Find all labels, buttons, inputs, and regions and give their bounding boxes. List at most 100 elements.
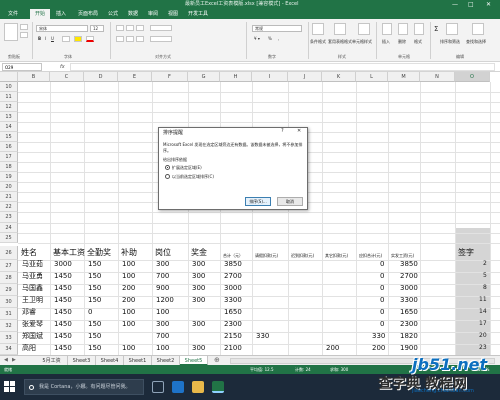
close-button[interactable]: ✕ bbox=[486, 0, 491, 9]
table-cell[interactable]: 2300 bbox=[224, 318, 242, 330]
column-header-n[interactable]: N bbox=[420, 72, 455, 82]
expand-selection-radio[interactable] bbox=[165, 165, 170, 170]
delete-cells-label[interactable]: 删除 bbox=[398, 39, 406, 45]
table-cell[interactable]: 330 bbox=[372, 330, 385, 342]
table-cell[interactable]: 2700 bbox=[400, 270, 418, 282]
row-header[interactable]: 18 bbox=[0, 162, 18, 172]
employee-name-cell[interactable]: 邓睿 bbox=[22, 306, 36, 318]
column-header-b[interactable]: B bbox=[18, 72, 50, 82]
table-cell[interactable]: 100 bbox=[156, 342, 169, 354]
table-header-cell[interactable]: 签字 bbox=[458, 247, 474, 259]
table-cell[interactable]: 11 bbox=[479, 294, 487, 306]
table-cell[interactable]: 1450 bbox=[54, 270, 72, 282]
row-header[interactable]: 17 bbox=[0, 152, 18, 162]
table-cell[interactable]: 17 bbox=[479, 318, 487, 330]
table-cell[interactable]: 150 bbox=[88, 318, 101, 330]
table-cell[interactable]: 100 bbox=[122, 342, 135, 354]
row-header[interactable]: 13 bbox=[0, 112, 18, 122]
table-cell[interactable]: 700 bbox=[156, 270, 169, 282]
table-header-cell[interactable]: 其它扣款(元) bbox=[325, 250, 348, 262]
table-cell[interactable]: 1900 bbox=[400, 342, 418, 354]
format-cells-icon[interactable] bbox=[414, 23, 424, 35]
table-cell[interactable]: 3850 bbox=[400, 258, 418, 270]
row-header[interactable]: 14 bbox=[0, 122, 18, 132]
align-left-icon[interactable] bbox=[116, 36, 124, 42]
table-cell[interactable]: 300 bbox=[192, 270, 205, 282]
font-size-select[interactable]: 12 bbox=[90, 25, 104, 32]
table-cell[interactable]: 3850 bbox=[224, 258, 242, 270]
table-cell[interactable]: 1450 bbox=[54, 342, 72, 354]
table-cell[interactable]: 150 bbox=[88, 342, 101, 354]
bold-icon[interactable]: B bbox=[38, 36, 41, 41]
table-cell[interactable]: 0 bbox=[380, 282, 384, 294]
border-icon[interactable] bbox=[62, 36, 70, 42]
table-cell[interactable]: 3300 bbox=[400, 294, 418, 306]
table-cell[interactable]: 0 bbox=[380, 294, 384, 306]
row-header[interactable]: 34 bbox=[0, 344, 18, 355]
table-cell[interactable]: 20 bbox=[479, 330, 487, 342]
insert-cells-icon[interactable] bbox=[382, 23, 392, 35]
table-cell[interactable]: 300 bbox=[192, 318, 205, 330]
table-cell[interactable]: 1450 bbox=[54, 306, 72, 318]
table-cell[interactable]: 200 bbox=[122, 294, 135, 306]
table-cell[interactable]: 300 bbox=[156, 258, 169, 270]
conditional-format-label[interactable]: 条件格式 bbox=[310, 39, 326, 45]
table-cell[interactable]: 150 bbox=[88, 282, 101, 294]
table-cell[interactable]: 100 bbox=[156, 306, 169, 318]
employee-name-cell[interactable]: 高阳 bbox=[22, 342, 36, 354]
row-header[interactable]: 15 bbox=[0, 132, 18, 142]
copy-icon[interactable] bbox=[20, 32, 28, 38]
row-header[interactable]: 28 bbox=[0, 272, 18, 284]
employee-name-cell[interactable]: 张爱琴 bbox=[22, 318, 43, 330]
tab-data[interactable]: 数据 bbox=[128, 9, 138, 19]
table-cell[interactable]: 150 bbox=[88, 294, 101, 306]
column-header-m[interactable]: M bbox=[388, 72, 420, 82]
help-icon[interactable]: ? bbox=[281, 128, 284, 134]
column-header-o[interactable]: O bbox=[455, 72, 490, 82]
row-header[interactable]: 32 bbox=[0, 320, 18, 332]
table-cell[interactable]: 2300 bbox=[400, 318, 418, 330]
employee-name-cell[interactable]: 郑国斌 bbox=[22, 330, 43, 342]
paste-button[interactable] bbox=[4, 23, 18, 41]
employee-name-cell[interactable]: 马亚茹 bbox=[22, 258, 43, 270]
fill-color-icon[interactable] bbox=[74, 36, 82, 42]
insert-cells-label[interactable]: 插入 bbox=[382, 39, 390, 45]
table-cell[interactable]: 150 bbox=[88, 270, 101, 282]
table-cell[interactable]: 3000 bbox=[224, 282, 242, 294]
align-right-icon[interactable] bbox=[136, 36, 144, 42]
italic-icon[interactable]: I bbox=[45, 36, 46, 41]
column-header-l[interactable]: L bbox=[356, 72, 388, 82]
table-cell[interactable]: 1450 bbox=[54, 294, 72, 306]
column-header-d[interactable]: D bbox=[84, 72, 118, 82]
spreadsheet-grid[interactable]: B C D E F G H I J K L M N O 10 11 12 13 14 15 16 17 18 19 20 21 22… bbox=[0, 72, 500, 355]
align-top-icon[interactable] bbox=[116, 25, 124, 31]
employee-name-cell[interactable]: 王卫明 bbox=[22, 294, 43, 306]
cancel-button[interactable]: 取消 bbox=[277, 197, 303, 206]
find-select-icon[interactable] bbox=[472, 23, 484, 35]
current-selection-radio[interactable] bbox=[165, 174, 170, 179]
table-cell[interactable]: 3000 bbox=[54, 258, 72, 270]
table-cell[interactable]: 2100 bbox=[224, 342, 242, 354]
task-view-icon[interactable] bbox=[152, 381, 164, 393]
table-cell[interactable]: 100 bbox=[122, 318, 135, 330]
table-cell[interactable]: 100 bbox=[122, 306, 135, 318]
table-header-cell[interactable]: 应扣合计(元) bbox=[359, 250, 382, 262]
table-cell[interactable]: 150 bbox=[88, 330, 101, 342]
table-cell[interactable]: 330 bbox=[256, 330, 269, 342]
table-cell[interactable]: 1200 bbox=[156, 294, 174, 306]
maximize-button[interactable]: □ bbox=[468, 0, 474, 9]
align-bottom-icon[interactable] bbox=[136, 25, 144, 31]
currency-icon[interactable]: ¥ ▾ bbox=[254, 36, 260, 41]
table-cell[interactable]: 200 bbox=[326, 342, 339, 354]
table-cell[interactable]: 3300 bbox=[224, 294, 242, 306]
table-cell[interactable]: 1450 bbox=[54, 318, 72, 330]
table-cell[interactable]: 300 bbox=[156, 318, 169, 330]
table-format-label[interactable]: 套用表格格式 bbox=[328, 39, 352, 45]
sort-filter-label[interactable]: 排序和筛选 bbox=[440, 39, 460, 45]
sort-filter-icon[interactable] bbox=[446, 23, 458, 35]
underline-icon[interactable]: U bbox=[51, 36, 54, 41]
tab-review[interactable]: 审阅 bbox=[148, 9, 158, 19]
employee-name-cell[interactable]: 马亚勇 bbox=[22, 270, 43, 282]
table-cell[interactable]: 300 bbox=[192, 342, 205, 354]
table-cell[interactable]: 0 bbox=[88, 306, 92, 318]
